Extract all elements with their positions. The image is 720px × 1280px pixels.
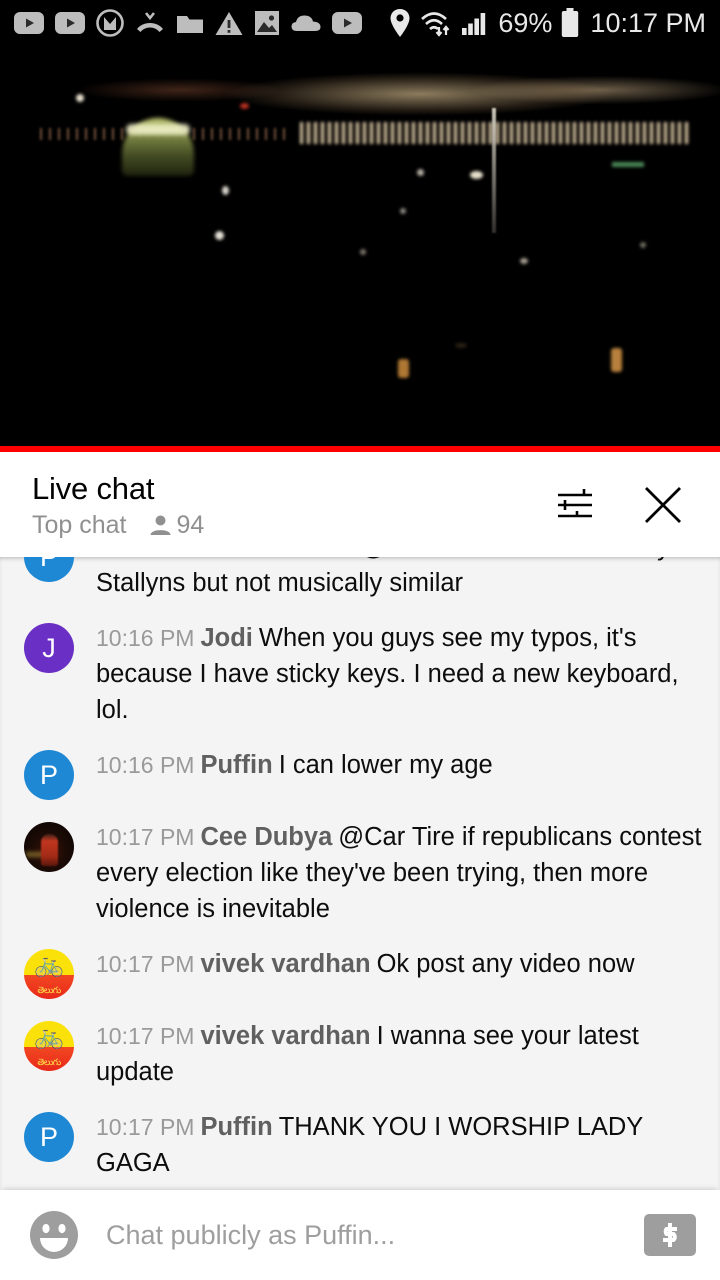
message-author[interactable]: Puffin [200,751,272,779]
light-dot [400,208,406,214]
message-timestamp: 10:17 PM [96,1114,195,1140]
close-x-icon [645,486,681,523]
youtube-icon [14,12,44,34]
live-chat-header: Live chat Top chat 94 [0,452,720,557]
message-author[interactable]: Puffin [200,557,272,561]
message-timestamp: 10:17 PM [96,951,195,977]
super-chat-button[interactable] [644,1214,696,1256]
light-dot [611,348,622,372]
avatar-caption: తెలుగు [37,1058,61,1068]
avatar-figure [41,834,58,866]
warning-triangle-icon [215,11,243,35]
light-dot [222,186,229,195]
header-subtitle-row: Top chat 94 [32,511,542,540]
city-glow [0,46,720,166]
location-pin-icon [390,9,410,37]
light-dot [455,343,467,348]
green-sign-light [612,162,644,167]
video-frame-nightscape [0,46,720,452]
chat-input-field[interactable] [106,1210,644,1260]
cellular-signal-icon [462,13,486,35]
message-timestamp: 10:17 PM [96,1023,195,1049]
avatar-photo[interactable] [24,822,74,872]
message-author[interactable]: vivek vardhan [200,1022,370,1050]
light-dot [417,169,424,176]
chat-message-body: 10:16 PM Jodi When you guys see my typos, … [96,619,704,728]
light-dot [470,171,483,179]
bicycle-icon: 🚲 [34,1023,64,1050]
status-bar-system-icons: 69% 10:17 PM [389,8,706,39]
chat-message-body: 10:17 PM vivek vardhan I wanna see your la… [96,1017,704,1090]
missed-call-icon [137,12,163,32]
chat-mode-label[interactable]: Top chat [32,511,127,540]
message-timestamp: 10:16 PM [96,752,195,778]
light-dot [398,359,409,378]
chat-message-row[interactable]: P 10:17 PM Puffin THANK YOU I WORSHIP LADY … [0,1099,720,1190]
message-text: I can lower my age [278,751,493,779]
chat-message-body: 10:16 PM Puffinthanks @vivek FOXZEN is li… [96,557,704,601]
person-icon [150,515,171,535]
chat-message-row[interactable]: 🚲 తెలుగు 10:17 PM vivek vardhan Ok post any … [0,936,720,1008]
image-icon [255,11,279,35]
avatar-caption: తెలుగు [37,986,61,996]
emoji-smiley-icon [30,1211,78,1259]
avatar[interactable]: J [24,623,74,673]
building-light-cap [126,124,190,135]
avatar[interactable]: P [24,1112,74,1162]
message-author[interactable]: Puffin [200,1113,272,1141]
folder-icon [177,15,203,33]
wifi-transfer-icon [421,12,450,37]
dollar-sign-icon [663,1223,677,1247]
message-author[interactable]: Cee Dubya [200,823,332,851]
light-dot [76,94,84,102]
header-title-group: Live chat Top chat 94 [32,470,542,540]
chat-input-bar [0,1190,720,1280]
emoji-picker-button[interactable] [28,1209,80,1261]
message-text: thanks @vivek FOXZEN is like Wyld Stally… [96,557,690,597]
battery-icon [562,8,579,37]
chat-message-body: 10:17 PM Puffin THANK YOU I WORSHIP LADY G… [96,1108,704,1181]
youtube-icon [55,12,85,34]
avatar[interactable]: P [24,557,74,582]
close-chat-button[interactable] [630,472,696,538]
viewer-count-label: 94 [176,510,205,539]
status-bar: 69% 10:17 PM [0,0,720,46]
chat-message-row[interactable]: 10:17 PM Cee Dubya @Car Tire if republican… [0,809,720,936]
light-dot [360,249,366,255]
viewer-count-group: 94 [149,510,205,540]
youtube-play-icon [332,12,362,34]
message-author[interactable]: vivek vardhan [200,950,370,978]
vertical-pole [492,108,496,233]
video-player[interactable] [0,46,720,452]
avatar[interactable]: P [24,750,74,800]
bicycle-icon: 🚲 [34,951,64,978]
avatar-bicycle[interactable]: 🚲 తెలుగు [24,949,74,999]
chat-message-body: 10:16 PM Puffin I can lower my age [96,746,704,783]
light-dot [520,258,528,264]
chat-message-body: 10:17 PM Cee Dubya @Car Tire if republican… [96,818,704,927]
message-text: Ok post any video now [376,950,635,978]
chat-message-row[interactable]: P 10:16 PM Puffin I can lower my age [0,737,720,809]
tune-sliders-icon [558,488,592,517]
message-timestamp: 10:16 PM [96,625,195,651]
circled-m-icon [96,9,124,37]
chat-message-list[interactable]: 🚲తెలుగు10:16 PMvivek vardhan@PuffinI mak… [0,557,720,1190]
chat-message-row[interactable]: J 10:16 PM Jodi When you guys see my typos,… [0,610,720,737]
message-timestamp: 10:16 PM [96,557,194,560]
cloud-icon [291,15,321,31]
light-dot [640,242,646,248]
chat-settings-button[interactable] [542,472,608,538]
status-bar-clock: 10:17 PM [590,7,706,38]
status-bar-notification-icons [14,9,389,37]
chat-message-row[interactable]: 🚲 తెలుగు 10:17 PM vivek vardhan I wanna see … [0,1008,720,1099]
light-dot [215,231,224,240]
message-author[interactable]: Jodi [200,624,252,652]
chat-message-body: 10:17 PM vivek vardhan Ok post any video n… [96,945,704,982]
avatar-bicycle[interactable]: 🚲 తెలుగు [24,1021,74,1071]
battery-percent-label: 69% [498,7,553,38]
light-dot [240,103,249,109]
message-timestamp: 10:17 PM [96,824,195,850]
page-title: Live chat [32,470,155,506]
chat-message-row[interactable]: P 10:16 PM Puffinthanks @vivek FOXZEN is l… [0,557,720,610]
